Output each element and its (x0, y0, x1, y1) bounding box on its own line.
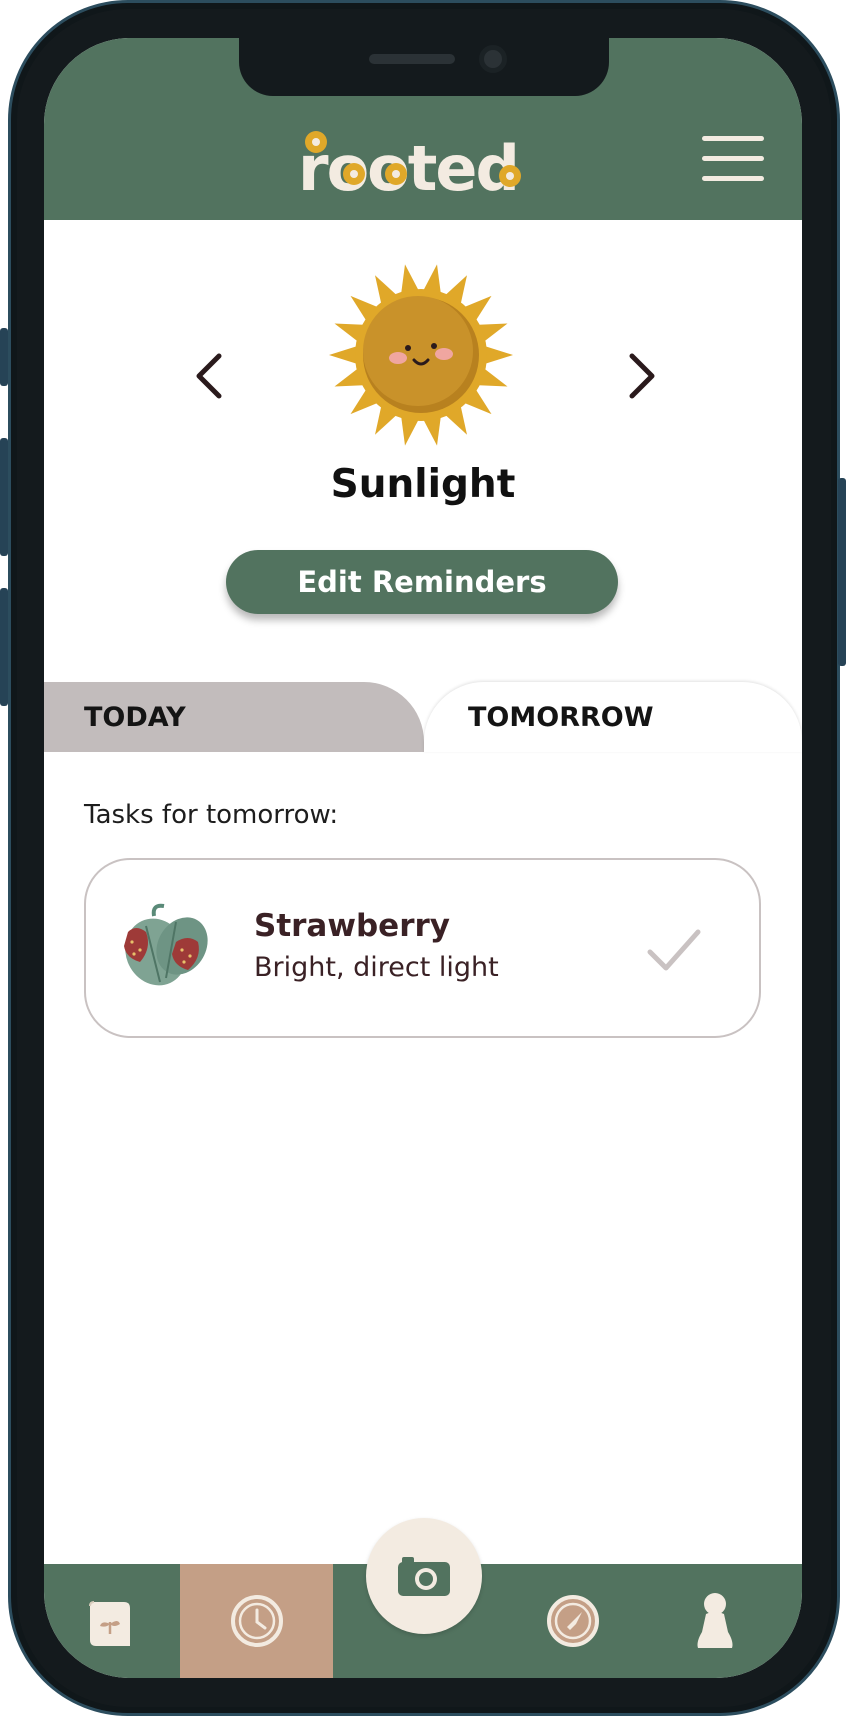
category-title: Sunlight (330, 462, 516, 507)
flower-icon (385, 163, 407, 185)
speaker-grille (369, 54, 455, 64)
clock-icon (231, 1595, 283, 1647)
logo-text: rooted (298, 132, 518, 202)
strawberry-plant-icon (116, 902, 216, 992)
volume-down-button (0, 588, 8, 706)
edit-reminders-button[interactable]: Edit Reminders (226, 550, 618, 614)
app-header: rooted (44, 38, 802, 220)
nav-reminders[interactable] (180, 1564, 333, 1678)
tab-tomorrow-label: TOMORROW (468, 702, 654, 733)
nav-explore[interactable] (504, 1564, 644, 1678)
front-camera (479, 45, 507, 73)
tab-tomorrow[interactable]: TOMORROW (424, 682, 802, 752)
tasks-heading: Tasks for tomorrow: (84, 800, 339, 830)
volume-up-button (0, 438, 8, 556)
camera-icon (398, 1557, 450, 1596)
camera-button[interactable] (366, 1518, 482, 1634)
power-button (838, 478, 846, 666)
chevron-right-icon[interactable] (622, 346, 662, 406)
task-detail: Bright, direct light (254, 952, 499, 983)
flower-icon (499, 165, 521, 187)
task-card[interactable]: Strawberry Bright, direct light (84, 858, 761, 1038)
hamburger-menu-icon[interactable] (702, 136, 764, 182)
chevron-left-icon[interactable] (189, 346, 229, 406)
flower-icon (305, 131, 327, 153)
plant-journal-icon (89, 1601, 130, 1646)
tab-today-label: TODAY (84, 702, 186, 733)
silent-switch (0, 328, 8, 386)
nav-journal[interactable] (44, 1564, 180, 1678)
flower-icon (343, 163, 365, 185)
app-screen: rooted Sunlight Edit Reminders TODAY TOM… (44, 38, 802, 1678)
sun-face-icon (326, 260, 516, 450)
checkmark-icon[interactable] (644, 926, 704, 976)
person-icon (697, 1593, 733, 1648)
compass-icon (547, 1595, 599, 1647)
phone-notch (239, 38, 609, 96)
tab-today[interactable]: TODAY (44, 682, 424, 752)
rooted-logo: rooted (294, 126, 554, 202)
task-plant-name: Strawberry (254, 908, 450, 944)
nav-profile[interactable] (644, 1564, 802, 1678)
